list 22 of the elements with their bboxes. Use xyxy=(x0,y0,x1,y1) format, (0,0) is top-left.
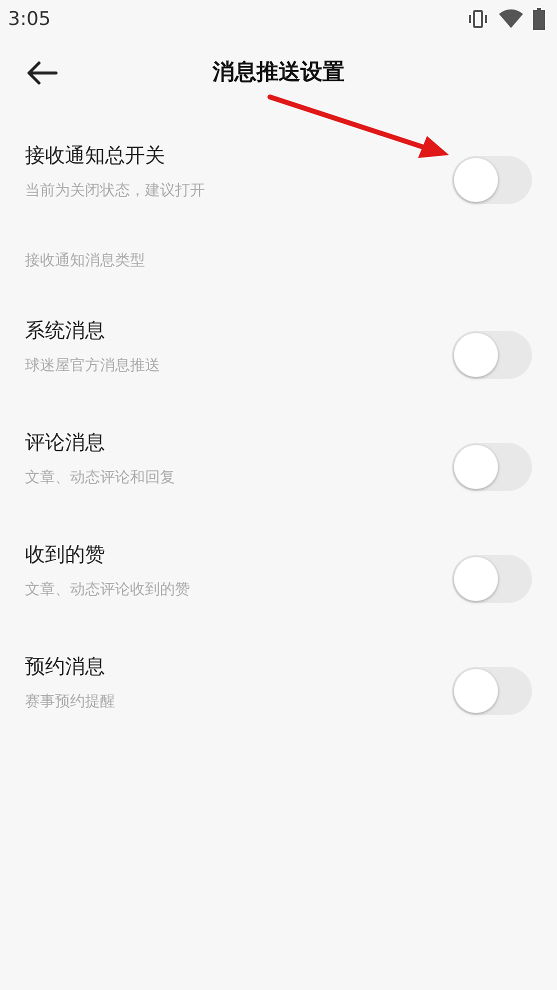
page-title: 消息推送设置 xyxy=(212,58,344,86)
setting-description: 赛事预约提醒 xyxy=(25,691,115,711)
section-label: 接收通知消息类型 xyxy=(25,251,145,269)
toggle-switch[interactable] xyxy=(452,156,532,204)
toggle-switch[interactable] xyxy=(452,331,532,379)
setting-title: 预约消息 xyxy=(25,653,106,680)
setting-title: 收到的赞 xyxy=(25,541,106,568)
toggle-switch[interactable] xyxy=(452,443,532,491)
battery-icon xyxy=(533,8,545,30)
setting-description: 文章、动态评论收到的赞 xyxy=(25,579,190,599)
setting-title: 系统消息 xyxy=(25,317,106,344)
setting-title: 评论消息 xyxy=(25,429,106,456)
status-time: 3:05 xyxy=(8,6,51,32)
setting-description: 当前为关闭状态，建议打开 xyxy=(25,180,205,200)
setting-description: 球迷屋官方消息推送 xyxy=(25,355,160,375)
toggle-switch[interactable] xyxy=(452,555,532,603)
setting-description: 文章、动态评论和回复 xyxy=(25,467,175,487)
back-icon[interactable] xyxy=(26,61,58,85)
setting-title: 接收通知总开关 xyxy=(25,142,166,169)
toggle-switch[interactable] xyxy=(452,667,532,715)
vibrate-icon xyxy=(467,9,489,29)
wifi-icon xyxy=(499,9,523,29)
